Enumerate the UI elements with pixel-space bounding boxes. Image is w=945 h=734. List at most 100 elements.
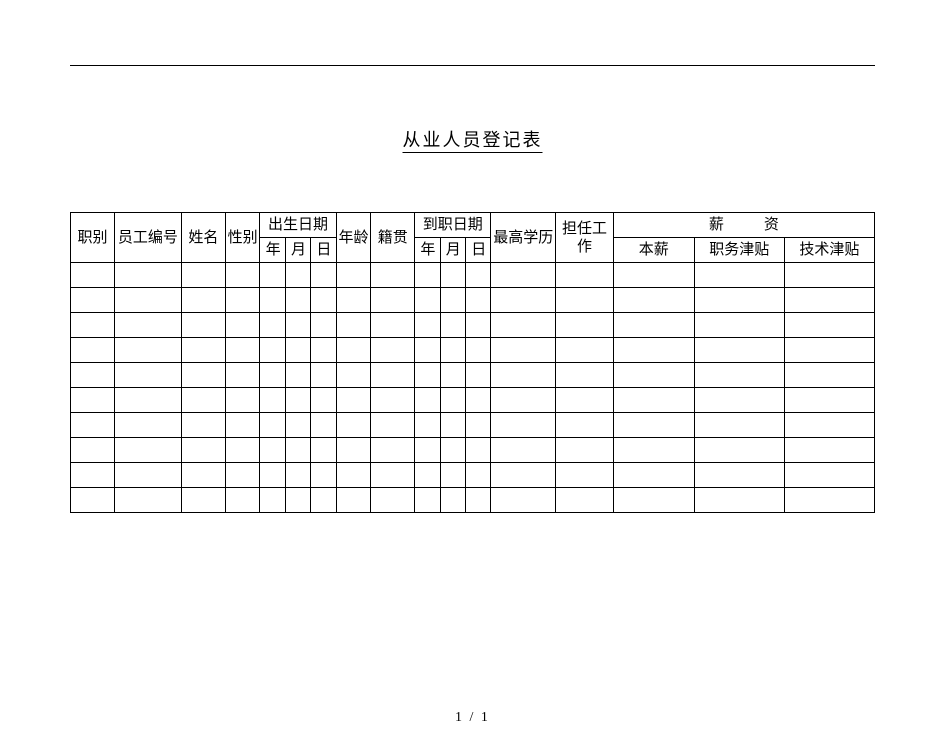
table-row: [71, 463, 875, 488]
table-cell: [784, 488, 874, 513]
col-highest-education: 最高学历: [491, 213, 556, 263]
col-hire-day: 日: [466, 238, 491, 263]
table-cell: [285, 263, 310, 288]
page-footer: 1 / 1: [0, 710, 945, 726]
table-cell: [466, 263, 491, 288]
col-birth-year: 年: [260, 238, 285, 263]
col-hire-date: 到职日期: [415, 213, 491, 238]
table-cell: [694, 363, 784, 388]
col-age: 年龄: [336, 213, 371, 263]
table-cell: [694, 413, 784, 438]
table-cell: [260, 363, 285, 388]
table-cell: [336, 413, 371, 438]
table-cell: [336, 288, 371, 313]
table-cell: [784, 338, 874, 363]
table-cell: [114, 488, 181, 513]
table-cell: [466, 463, 491, 488]
table-cell: [556, 288, 614, 313]
table-cell: [285, 338, 310, 363]
table-cell: [71, 438, 115, 463]
table-cell: [613, 388, 694, 413]
table-cell: [114, 413, 181, 438]
table-cell: [71, 413, 115, 438]
table-row: [71, 338, 875, 363]
table-cell: [613, 338, 694, 363]
table-cell: [694, 263, 784, 288]
table-cell: [311, 413, 336, 438]
table-cell: [114, 288, 181, 313]
table-cell: [71, 363, 115, 388]
table-cell: [784, 463, 874, 488]
table-cell: [336, 363, 371, 388]
table-cell: [71, 388, 115, 413]
table-cell: [371, 388, 415, 413]
col-hire-date-label: 到职日期: [423, 217, 483, 233]
table-cell: [336, 263, 371, 288]
table-cell: [694, 338, 784, 363]
table-cell: [556, 438, 614, 463]
table-cell: [440, 388, 465, 413]
col-birth-date-label: 出生日期: [268, 217, 328, 233]
table-cell: [784, 438, 874, 463]
top-rule: [70, 65, 875, 66]
table-cell: [694, 288, 784, 313]
col-hire-year: 年: [415, 238, 440, 263]
table-cell: [285, 488, 310, 513]
table-body: [71, 263, 875, 513]
page-title: 从业人员登记表: [403, 126, 543, 152]
table-cell: [71, 263, 115, 288]
table-cell: [371, 363, 415, 388]
table-cell: [491, 263, 556, 288]
col-age-label: 年龄: [338, 230, 368, 246]
table-cell: [225, 288, 260, 313]
table-cell: [415, 263, 440, 288]
table-cell: [311, 313, 336, 338]
col-gender: 性别: [225, 213, 260, 263]
table-cell: [311, 463, 336, 488]
table-cell: [466, 363, 491, 388]
table-row: [71, 388, 875, 413]
table-cell: [311, 488, 336, 513]
table-cell: [784, 263, 874, 288]
table-cell: [694, 438, 784, 463]
table-cell: [181, 488, 225, 513]
table-cell: [260, 388, 285, 413]
table-cell: [491, 338, 556, 363]
col-skill-allowance-label: 技术津贴: [799, 242, 859, 258]
col-salary-group: 薪资: [613, 213, 874, 238]
table-cell: [71, 313, 115, 338]
table-cell: [491, 463, 556, 488]
table-cell: [181, 363, 225, 388]
table-cell: [336, 438, 371, 463]
table-cell: [181, 438, 225, 463]
col-native-place: 籍贯: [371, 213, 415, 263]
table-cell: [311, 338, 336, 363]
table-cell: [114, 313, 181, 338]
table-cell: [285, 463, 310, 488]
col-salary-group-label: 薪资: [669, 217, 819, 233]
table-cell: [415, 288, 440, 313]
table-cell: [181, 288, 225, 313]
table-cell: [784, 388, 874, 413]
table-row: [71, 438, 875, 463]
table-cell: [466, 388, 491, 413]
col-birth-year-label: 年: [266, 242, 280, 258]
table-cell: [371, 338, 415, 363]
table-cell: [784, 288, 874, 313]
table-cell: [440, 288, 465, 313]
table-cell: [336, 488, 371, 513]
col-name-label: 姓名: [188, 230, 218, 246]
table-cell: [371, 413, 415, 438]
table-cell: [225, 313, 260, 338]
col-native-place-label: 籍贯: [378, 230, 408, 246]
table-cell: [181, 463, 225, 488]
table-cell: [181, 263, 225, 288]
table-cell: [694, 488, 784, 513]
table-cell: [556, 313, 614, 338]
table-row: [71, 313, 875, 338]
table-cell: [371, 288, 415, 313]
table-cell: [466, 413, 491, 438]
table-cell: [466, 438, 491, 463]
table-cell: [440, 463, 465, 488]
col-job-category: 职别: [71, 213, 115, 263]
